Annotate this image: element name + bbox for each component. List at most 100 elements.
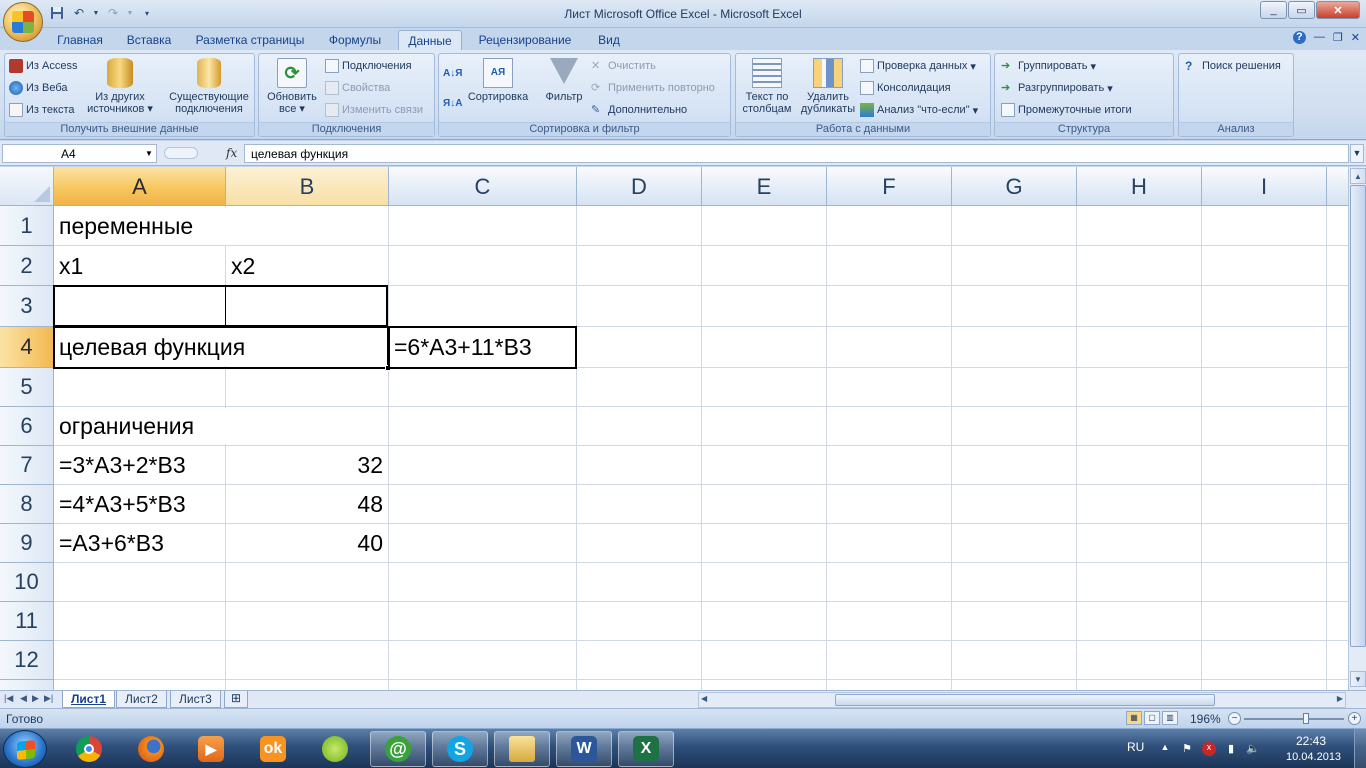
- doc-close-icon[interactable]: ✕: [1351, 31, 1360, 44]
- column-header-a[interactable]: A: [54, 167, 226, 206]
- formula-input[interactable]: целевая функция: [244, 144, 1349, 163]
- sort-az-button[interactable]: A↓Я: [443, 64, 462, 82]
- cell-b3[interactable]: [226, 286, 388, 327]
- scroll-down-icon[interactable]: ▼: [1350, 671, 1366, 687]
- from-other-sources-button[interactable]: Из других источников ▾: [87, 58, 153, 115]
- row-header-5[interactable]: 5: [0, 368, 54, 407]
- cell-a3[interactable]: [54, 286, 225, 327]
- worksheet-grid[interactable]: A B C D E F G H I 1 2 3 4 5 6 7 8 9 10 1…: [0, 167, 1348, 690]
- advanced-filter-button[interactable]: ✎ Дополнительно: [591, 101, 687, 119]
- show-hidden-icons-icon[interactable]: ▲: [1158, 742, 1172, 756]
- row-header-12[interactable]: 12: [0, 641, 54, 680]
- what-if-button[interactable]: Анализ "что-если" ▾: [860, 101, 978, 119]
- row-header-7[interactable]: 7: [0, 446, 54, 485]
- clear-filter-button[interactable]: ✕ Очистить: [591, 57, 656, 75]
- taskbar-explorer[interactable]: [494, 731, 550, 767]
- volume-icon[interactable]: 🔈: [1246, 742, 1260, 756]
- prev-sheet-icon[interactable]: ◀: [20, 693, 27, 704]
- minimize-button[interactable]: _: [1260, 1, 1287, 19]
- tab-data[interactable]: Данные: [398, 30, 462, 50]
- connections-button[interactable]: Подключения: [325, 57, 412, 75]
- taskbar-skype[interactable]: S: [432, 731, 488, 767]
- first-sheet-icon[interactable]: |◀: [4, 693, 13, 704]
- show-desktop-button[interactable]: [1354, 729, 1366, 768]
- refresh-all-button[interactable]: ⟳ Обновить все ▾: [261, 58, 323, 115]
- tab-review[interactable]: Рецензирование: [470, 30, 580, 50]
- existing-connections-button[interactable]: Существующие подключения: [165, 58, 253, 115]
- cell-a4[interactable]: целевая функция: [54, 327, 388, 368]
- tab-home[interactable]: Главная: [46, 30, 114, 50]
- from-text-button[interactable]: Из текста: [9, 101, 75, 119]
- column-header-i[interactable]: I: [1202, 167, 1327, 206]
- select-all-button[interactable]: [0, 167, 54, 206]
- row-header-11[interactable]: 11: [0, 602, 54, 641]
- restore-button[interactable]: ▭: [1288, 1, 1315, 19]
- from-access-button[interactable]: Из Access: [9, 57, 77, 75]
- cell-b9[interactable]: 40: [226, 524, 388, 563]
- zoom-out-icon[interactable]: −: [1228, 712, 1241, 725]
- column-header-f[interactable]: F: [827, 167, 952, 206]
- taskbar-chrome[interactable]: [61, 731, 117, 767]
- zoom-in-icon[interactable]: +: [1348, 712, 1361, 725]
- consolidate-button[interactable]: Консолидация: [860, 79, 951, 97]
- cell-b7[interactable]: 32: [226, 446, 388, 485]
- sort-button[interactable]: АЯ Сортировка: [465, 58, 531, 103]
- sheet-tab-list2[interactable]: Лист2: [116, 691, 167, 708]
- row-header-6[interactable]: 6: [0, 407, 54, 446]
- filter-button[interactable]: Фильтр: [539, 58, 589, 103]
- insert-sheet-icon[interactable]: ⊞: [224, 691, 249, 708]
- office-button[interactable]: [3, 2, 43, 42]
- taskbar-firefox[interactable]: [123, 731, 179, 767]
- subtotal-button[interactable]: Промежуточные итоги: [1001, 101, 1132, 119]
- zoom-knob[interactable]: [1303, 713, 1309, 724]
- scroll-up-icon[interactable]: ▲: [1350, 168, 1366, 184]
- cell-a8[interactable]: =4*A3+5*B3: [54, 485, 225, 524]
- vertical-scroll-thumb[interactable]: [1350, 185, 1366, 647]
- name-box[interactable]: A4: [2, 144, 157, 163]
- solver-button[interactable]: ? Поиск решения: [1185, 57, 1281, 75]
- horizontal-scrollbar[interactable]: ◀ ▶: [698, 692, 1346, 708]
- cell-a6[interactable]: ограничения: [54, 407, 225, 446]
- cell-c4[interactable]: =6*A3+11*B3: [389, 327, 576, 368]
- row-header-10[interactable]: 10: [0, 563, 54, 602]
- edit-links-button[interactable]: Изменить связи: [325, 101, 423, 119]
- help-icon[interactable]: ?: [1292, 31, 1306, 44]
- row-header-8[interactable]: 8: [0, 485, 54, 524]
- sheet-tab-list1[interactable]: Лист1: [62, 691, 116, 708]
- remove-duplicates-button[interactable]: Удалить дубликаты: [798, 58, 858, 115]
- column-header-e[interactable]: E: [702, 167, 827, 206]
- formula-bar-grip-icon[interactable]: [164, 147, 198, 159]
- reapply-button[interactable]: ⟳ Применить повторно: [591, 79, 715, 97]
- scroll-right-icon[interactable]: ▶: [1337, 694, 1343, 703]
- tab-formulas[interactable]: Формулы: [320, 30, 390, 50]
- column-header-j[interactable]: [1327, 167, 1348, 206]
- text-to-columns-button[interactable]: Текст по столбцам: [738, 58, 796, 115]
- column-header-b[interactable]: B: [226, 167, 389, 206]
- expand-formula-bar-icon[interactable]: ▼: [1350, 144, 1364, 163]
- page-layout-view-icon[interactable]: ▢: [1144, 711, 1160, 725]
- zoom-slider[interactable]: − +: [1228, 712, 1362, 726]
- column-header-g[interactable]: G: [952, 167, 1077, 206]
- clock-date[interactable]: 10.04.2013: [1286, 751, 1341, 763]
- flag-icon[interactable]: ⚑: [1180, 742, 1194, 756]
- properties-button[interactable]: Свойства: [325, 79, 390, 97]
- antivirus-icon[interactable]: x: [1202, 742, 1216, 756]
- vertical-scrollbar[interactable]: ▲ ▼: [1348, 167, 1366, 690]
- column-header-c[interactable]: C: [389, 167, 577, 206]
- zoom-level[interactable]: 196%: [1190, 712, 1221, 726]
- taskbar-excel[interactable]: X: [618, 731, 674, 767]
- taskbar-word[interactable]: W: [556, 731, 612, 767]
- name-box-dropdown-icon[interactable]: ▼: [145, 149, 153, 158]
- language-indicator[interactable]: RU: [1127, 740, 1144, 754]
- cell-b8[interactable]: 48: [226, 485, 388, 524]
- network-icon[interactable]: ▮: [1224, 742, 1238, 756]
- cell-a7[interactable]: =3*A3+2*B3: [54, 446, 225, 485]
- insert-function-button[interactable]: fx: [226, 146, 237, 160]
- ungroup-button[interactable]: ➔ Разгруппировать ▾: [1001, 79, 1113, 97]
- cell-b2[interactable]: x2: [226, 246, 388, 286]
- row-header-9[interactable]: 9: [0, 524, 54, 563]
- tab-view[interactable]: Вид: [588, 30, 630, 50]
- tab-page-layout[interactable]: Разметка страницы: [188, 30, 312, 50]
- next-sheet-icon[interactable]: ▶: [32, 693, 39, 704]
- doc-restore-icon[interactable]: ❐: [1333, 31, 1343, 44]
